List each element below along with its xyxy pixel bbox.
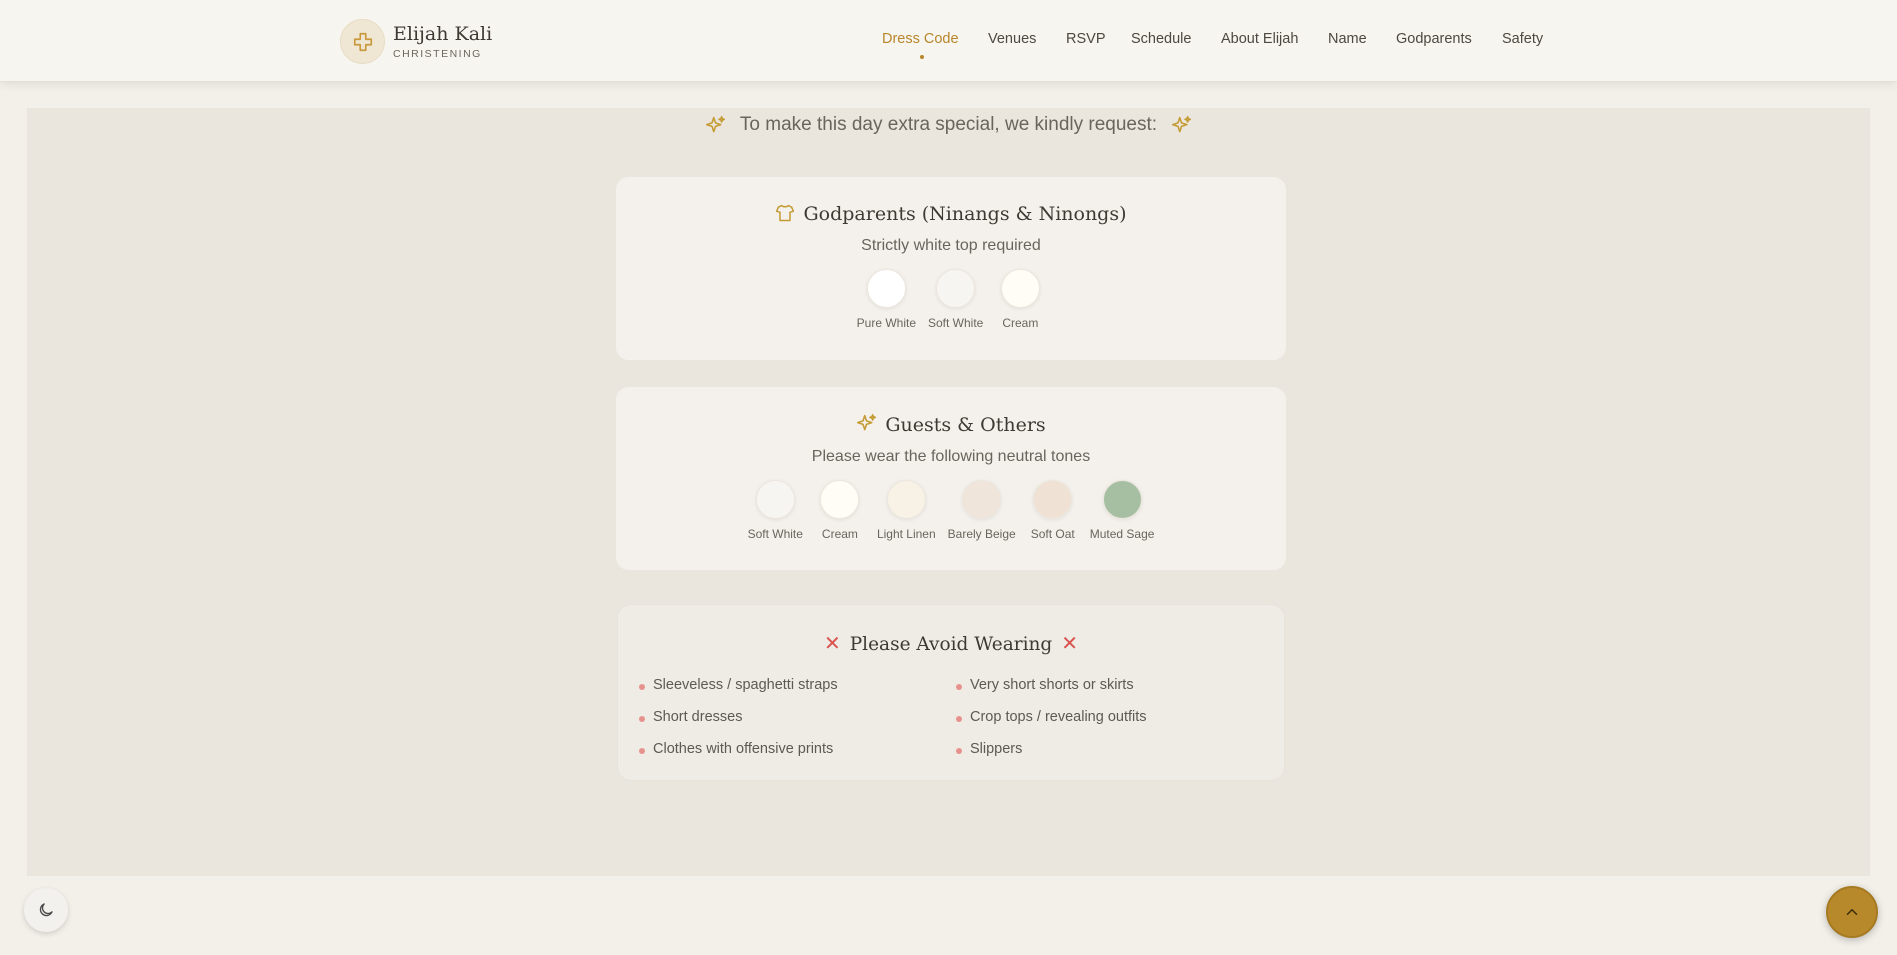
swatch-label: Soft White: [928, 316, 984, 330]
color-swatch: Muted Sage: [1089, 480, 1155, 541]
swatch-color-circle: [866, 269, 906, 308]
nav-active-indicator: [920, 55, 924, 59]
guests-swatches: Soft White Cream Light Linen Barely Beige So…: [616, 480, 1286, 541]
godparents-title: Godparents (Ninangs & Ninongs): [616, 203, 1286, 225]
shirt-icon: [776, 204, 795, 222]
request-line: To make this day extra special, we kindl…: [0, 114, 1897, 136]
sparkles-icon: [705, 115, 725, 132]
nav-safety[interactable]: Safety: [1502, 31, 1543, 47]
x-icon: ✕: [823, 633, 841, 655]
color-swatch: Cream: [815, 480, 865, 541]
avoid-item: Clothes with offensive prints: [638, 741, 834, 757]
request-text: To make this day extra special, we kindl…: [739, 114, 1158, 135]
avoid-item: Crop tops / revealing outfits: [956, 709, 1147, 725]
cross-icon: [340, 19, 385, 64]
color-swatch: Soft White: [748, 480, 803, 541]
swatch-label: Barely Beige: [947, 527, 1016, 541]
swatch-color-circle: [755, 480, 795, 519]
color-swatch: Cream: [995, 269, 1045, 330]
nav-dress-code[interactable]: Dress Code: [882, 31, 959, 47]
avoid-card: ✕ Please Avoid Wearing ✕ Sleeveless / spag…: [617, 604, 1285, 781]
avoid-title-text: Please Avoid Wearing: [849, 634, 1053, 655]
godparents-swatches: Pure White Soft White Cream: [616, 269, 1286, 330]
godparents-title-text: Godparents (Ninangs & Ninongs): [803, 203, 1127, 225]
color-swatch: Barely Beige: [948, 480, 1016, 541]
brand-name: Elijah Kali: [393, 23, 493, 45]
avoid-item: Very short shorts or skirts: [956, 677, 1134, 693]
nav-about-elijah[interactable]: About Elijah: [1221, 31, 1298, 47]
godparents-subtitle: Strictly white top required: [861, 237, 1041, 254]
brand-logo[interactable]: Elijah Kali CHRISTENING: [340, 19, 492, 64]
nav-name[interactable]: Name: [1328, 31, 1367, 47]
swatch-color-circle: [936, 269, 976, 308]
godparents-card: Godparents (Ninangs & Ninongs) Strictly …: [615, 176, 1287, 361]
nav-godparents[interactable]: Godparents: [1396, 31, 1472, 47]
swatch-label: Soft White: [747, 527, 803, 541]
sparkles-icon: [1172, 115, 1192, 132]
guests-title: Guests & Others: [616, 413, 1286, 436]
sparkles-icon: [857, 413, 877, 431]
avoid-item: Short dresses: [638, 709, 743, 725]
color-swatch: Pure White: [857, 269, 916, 330]
brand-subtitle: CHRISTENING: [393, 48, 482, 60]
avoid-item: Slippers: [955, 741, 1023, 757]
swatch-color-circle: [1000, 269, 1040, 308]
color-swatch: Soft Oat: [1028, 480, 1078, 541]
swatch-label: Pure White: [856, 316, 916, 330]
swatch-label: Soft Oat: [1030, 527, 1075, 541]
guests-title-text: Guests & Others: [885, 414, 1046, 436]
swatch-label: Light Linen: [876, 527, 936, 541]
chevron-up-icon: [1846, 909, 1858, 915]
swatch-label: Cream: [1002, 316, 1039, 330]
nav-schedule[interactable]: Schedule: [1131, 31, 1191, 47]
site-header: Elijah Kali CHRISTENING Dress Code Venue…: [0, 0, 1897, 82]
swatch-color-circle: [820, 480, 860, 519]
swatch-label: Muted Sage: [1089, 527, 1155, 541]
avoid-title: ✕ Please Avoid Wearing ✕: [618, 631, 1284, 656]
avoid-item: Sleeveless / spaghetti straps: [639, 677, 838, 693]
guests-card: Guests & Others Please wear the followin…: [615, 386, 1287, 571]
guests-subtitle: Please wear the following neutral tones: [811, 448, 1091, 465]
swatch-label: Cream: [821, 527, 858, 541]
theme-toggle-button[interactable]: [24, 888, 68, 932]
nav-rsvp[interactable]: RSVP: [1066, 31, 1106, 47]
swatch-color-circle: [1102, 480, 1142, 519]
swatch-color-circle: [886, 480, 926, 519]
color-swatch: Light Linen: [877, 480, 936, 541]
nav-venues[interactable]: Venues: [988, 31, 1036, 47]
moon-icon: [39, 903, 53, 917]
swatch-color-circle: [962, 480, 1002, 519]
scroll-to-top-button[interactable]: [1826, 886, 1878, 938]
swatch-color-circle: [1033, 480, 1073, 519]
x-icon: ✕: [1061, 633, 1079, 655]
color-swatch: Soft White: [928, 269, 983, 330]
